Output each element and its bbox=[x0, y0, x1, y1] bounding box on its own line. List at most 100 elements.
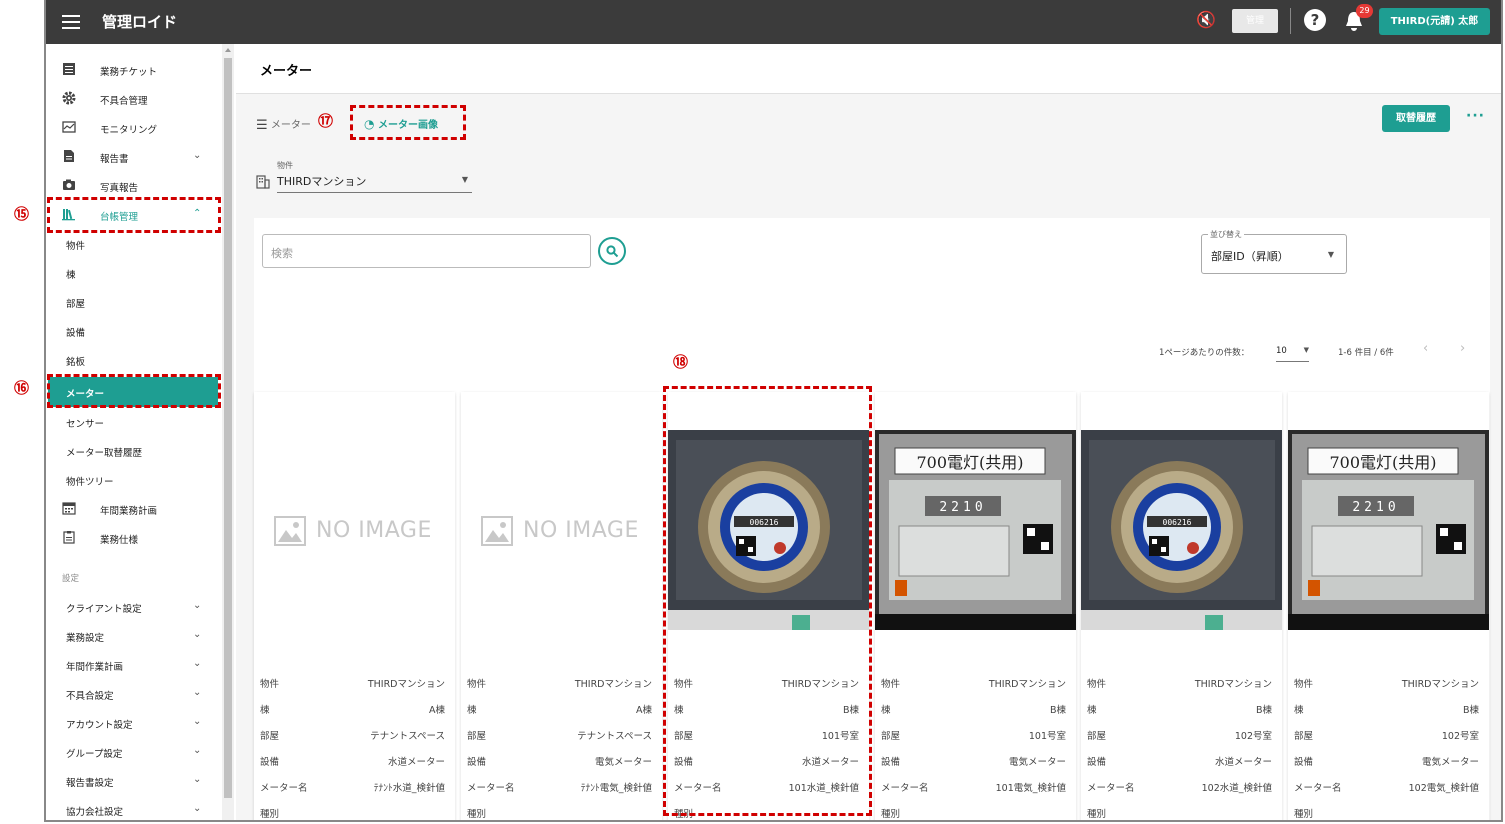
sidebar-subitem-property-tree[interactable]: 物件ツリー bbox=[46, 465, 220, 494]
field-row-type: 種別 bbox=[260, 806, 445, 820]
no-image-placeholder: NO IMAGE bbox=[254, 430, 455, 630]
tab-meter-list[interactable]: ☰ メーター bbox=[256, 116, 311, 133]
search-input[interactable]: 検索 bbox=[262, 234, 591, 268]
sidebar-item-tickets[interactable]: 業務チケット bbox=[46, 55, 220, 84]
sidebar-setting-business[interactable]: 業務設定 ⌄ bbox=[46, 621, 220, 650]
sidebar-setting-annual-work[interactable]: 年間作業計画 ⌄ bbox=[46, 650, 220, 679]
field-value: 102電気_検針値 bbox=[1408, 783, 1479, 794]
meter-card[interactable]: NO IMAGE 物件 THIRDマンション棟 A棟 部屋 テナントスペース 設備 水道メータ… bbox=[254, 392, 455, 820]
field-label: 部屋 bbox=[260, 731, 280, 742]
property-select-value: THIRDマンション bbox=[277, 175, 367, 188]
field-label: 種別 bbox=[260, 809, 280, 820]
field-label: 種別 bbox=[881, 809, 901, 820]
field-row-type: 種別 bbox=[1087, 806, 1272, 820]
field-label: メーター名 bbox=[1087, 783, 1135, 794]
field-label: メーター名 bbox=[881, 783, 929, 794]
sidebar-item-reports[interactable]: 報告書 ⌄ bbox=[46, 142, 220, 171]
no-image-text: NO IMAGE bbox=[523, 518, 639, 543]
scroll-thumb[interactable] bbox=[224, 58, 232, 798]
sidebar-subitem-nameplate[interactable]: 銘板 bbox=[46, 345, 220, 374]
field-value: A棟 bbox=[636, 705, 652, 716]
sidebar-item-annual-plan[interactable]: 年間業務計画 bbox=[46, 494, 220, 523]
history-button[interactable]: 取替履歴 bbox=[1382, 105, 1450, 132]
sidebar-subitem-meter-history[interactable]: メーター取替履歴 bbox=[46, 436, 220, 465]
field-label: 物件 bbox=[260, 679, 280, 690]
sidebar-scrollbar[interactable] bbox=[222, 44, 234, 820]
sidebar-item-label: 年間作業計画 bbox=[66, 662, 124, 673]
help-icon[interactable]: ? bbox=[1304, 9, 1326, 31]
field-value: THIRDマンション bbox=[1194, 679, 1272, 690]
sidebar-setting-account[interactable]: アカウント設定 ⌄ bbox=[46, 708, 220, 737]
field-row-property: 物件 THIRDマンション bbox=[881, 676, 1066, 690]
per-page-label: 1ページあたりの件数： bbox=[1159, 348, 1250, 358]
meter-card[interactable]: 700電灯(共用) 2210 物件 THIRDマンション棟 B棟 部屋 102号室 設備 電気メ… bbox=[1288, 392, 1489, 820]
sidebar-subitem-sensor[interactable]: センサー bbox=[46, 407, 220, 436]
more-options-icon[interactable]: ··· bbox=[1466, 108, 1485, 124]
settings-header: 設定 bbox=[62, 574, 80, 584]
meter-card[interactable]: 006216 物件 THIRDマンション棟 B棟 部屋 102号室 設備 水道メーター メーター… bbox=[1081, 392, 1282, 820]
hamburger-menu-icon[interactable] bbox=[60, 11, 82, 33]
user-menu-button[interactable]: THIRD(元請) 太郎 bbox=[1379, 8, 1490, 35]
sidebar-item-label: 設備 bbox=[66, 328, 86, 339]
electric-sign: 700電灯(共用) bbox=[916, 453, 1023, 472]
field-row-property: 物件 THIRDマンション bbox=[1087, 676, 1272, 690]
property-select[interactable]: THIRDマンション ▼ bbox=[277, 173, 472, 193]
field-value: ﾃﾅﾝﾄ電気_検針値 bbox=[580, 783, 652, 794]
electric-reading: 2210 bbox=[939, 500, 986, 515]
search-button[interactable] bbox=[598, 237, 626, 265]
meter-photo-water[interactable]: 006216 bbox=[1081, 430, 1282, 630]
field-row-meter-name: メーター名 101電気_検針値 bbox=[881, 780, 1066, 794]
annotation-box-image-tab bbox=[350, 105, 466, 140]
app-bar: 管理ロイド 🔇 管理 ? 29 THIRD(元請) 太郎 bbox=[46, 0, 1501, 44]
per-page-select[interactable]: 10 ▼ bbox=[1276, 342, 1309, 362]
sidebar-item-label: 協力会社設定 bbox=[66, 807, 124, 818]
sidebar-setting-client[interactable]: クライアント設定 ⌄ bbox=[46, 592, 220, 621]
sidebar-setting-partner[interactable]: 協力会社設定 ⌄ bbox=[46, 795, 220, 820]
next-page-icon[interactable]: › bbox=[1460, 341, 1465, 356]
sidebar-subitem-room[interactable]: 部屋 bbox=[46, 287, 220, 316]
prev-page-icon[interactable]: ‹ bbox=[1423, 341, 1428, 356]
field-row-equipment: 設備 電気メーター bbox=[881, 754, 1066, 768]
meter-card[interactable]: 700電灯(共用) 2210 物件 THIRDマンション棟 B棟 部屋 101号室 設備 電気メ… bbox=[875, 392, 1076, 820]
chevron-down-icon: ⌄ bbox=[193, 150, 202, 161]
sidebar-setting-report[interactable]: 報告書設定 ⌄ bbox=[46, 766, 220, 795]
field-label: 部屋 bbox=[881, 731, 901, 742]
sidebar-subitem-building[interactable]: 棟 bbox=[46, 258, 220, 287]
app-window: 管理ロイド 🔇 管理 ? 29 THIRD(元請) 太郎 業務チケット 不具合管… bbox=[44, 0, 1503, 822]
sidebar-subitem-property[interactable]: 物件 bbox=[46, 229, 220, 258]
sidebar-subitem-equipment[interactable]: 設備 bbox=[46, 316, 220, 345]
field-row-building: 棟 A棟 bbox=[467, 702, 652, 716]
field-value: テナントスペース bbox=[577, 731, 652, 742]
dropdown-arrow-icon: ▼ bbox=[1327, 250, 1334, 259]
field-row-equipment: 設備 電気メーター bbox=[467, 754, 652, 768]
sidebar-item-photo-reports[interactable]: 写真報告 bbox=[46, 171, 220, 200]
sidebar-item-defects[interactable]: 不具合管理 bbox=[46, 84, 220, 113]
sidebar-item-label: 業務設定 bbox=[66, 633, 105, 644]
sidebar-item-specs[interactable]: 業務仕様 bbox=[46, 523, 220, 552]
field-row-building: 棟 B棟 bbox=[881, 702, 1066, 716]
field-label: メーター名 bbox=[1294, 783, 1342, 794]
sidebar-item-label: 不具合管理 bbox=[100, 96, 148, 107]
meter-photo-electric[interactable]: 700電灯(共用) 2210 bbox=[1288, 430, 1489, 630]
admin-chip[interactable]: 管理 bbox=[1232, 9, 1278, 33]
field-row-room: 部屋 テナントスペース bbox=[260, 728, 445, 742]
building-icon bbox=[256, 175, 270, 189]
chevron-down-icon: ⌄ bbox=[193, 745, 202, 756]
field-value: 102号室 bbox=[1441, 731, 1479, 742]
sidebar-item-label: センサー bbox=[66, 419, 105, 430]
sidebar-item-label: 物件 bbox=[66, 241, 86, 252]
sidebar-item-monitoring[interactable]: モニタリング bbox=[46, 113, 220, 142]
tab-label: メーター bbox=[270, 120, 311, 131]
field-row-equipment: 設備 電気メーター bbox=[1294, 754, 1479, 768]
scroll-up-icon[interactable] bbox=[225, 48, 231, 52]
sidebar-setting-group[interactable]: グループ設定 ⌄ bbox=[46, 737, 220, 766]
field-label: メーター名 bbox=[467, 783, 515, 794]
sidebar-item-label: 業務仕様 bbox=[100, 535, 139, 546]
sidebar-setting-defects[interactable]: 不具合設定 ⌄ bbox=[46, 679, 220, 708]
sort-select[interactable]: 並び替え 部屋ID（昇順） ▼ bbox=[1201, 229, 1347, 274]
sort-value: 部屋ID（昇順） bbox=[1211, 250, 1289, 263]
meter-photo-electric[interactable]: 700電灯(共用) 2210 bbox=[875, 430, 1076, 630]
meter-card[interactable]: NO IMAGE 物件 THIRDマンション棟 A棟 部屋 テナントスペース 設備 電気メータ… bbox=[461, 392, 662, 820]
mute-icon[interactable]: 🔇 bbox=[1196, 10, 1216, 29]
field-row-type: 種別 bbox=[881, 806, 1066, 820]
